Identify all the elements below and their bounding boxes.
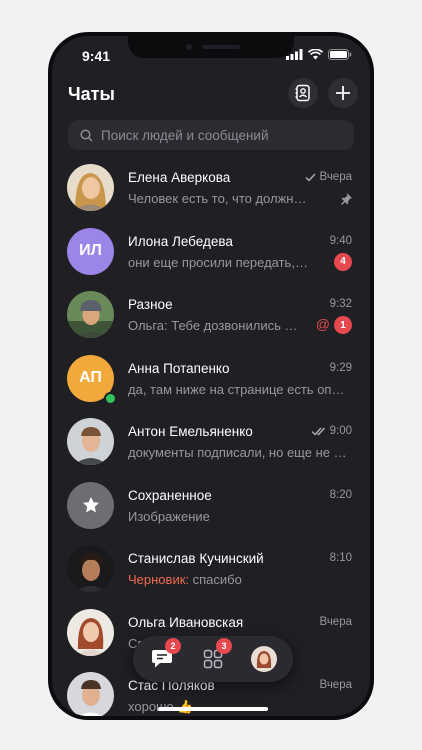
page-title: Чаты: [68, 84, 115, 104]
avatar: [67, 672, 114, 716]
chat-item[interactable]: Елена Аверкова Человек есть то, что долж…: [52, 160, 370, 224]
contacts-button[interactable]: [288, 78, 318, 108]
avatar: [67, 164, 114, 211]
chat-name: Ольга Ивановская: [128, 614, 244, 630]
wifi-icon: [308, 49, 323, 60]
chat-name: Анна Потапенко: [128, 360, 230, 376]
avatar: ИЛ: [67, 227, 114, 275]
mention-icon: @: [315, 316, 330, 332]
tab-badge: 2: [165, 638, 181, 654]
chat-name: Антон Емельяненко: [128, 424, 253, 439]
chat-item[interactable]: Сохраненное Изображение 8:20: [52, 478, 370, 542]
new-chat-button[interactable]: [328, 78, 358, 108]
chat-time: Вчера: [319, 615, 352, 628]
search-icon: [80, 128, 93, 142]
online-indicator: [104, 391, 117, 405]
chat-time: Вчера: [319, 171, 352, 183]
search-input[interactable]: Поиск людей и сообщений: [68, 120, 354, 150]
chat-message: документы подписали, но еще не отправили: [128, 445, 348, 460]
notch: [128, 36, 294, 58]
contacts-icon: [295, 84, 310, 102]
avatar: [67, 608, 114, 656]
star-icon: [82, 497, 99, 513]
chat-time: 9:00: [329, 425, 352, 437]
chat-item[interactable]: Антон Емельяненко документы подписали, н…: [52, 414, 370, 478]
chat-time: 9:29: [329, 361, 352, 374]
tab-apps[interactable]: 3: [198, 638, 232, 674]
unread-badge: 1: [334, 316, 352, 334]
tab-chats[interactable]: 2: [147, 638, 181, 674]
status-time: 9:41: [82, 48, 111, 64]
draft-label: Черновик:: [128, 572, 190, 587]
tab-bar: 2 3: [133, 636, 293, 682]
chat-name: Илона Лебедева: [128, 233, 233, 249]
chat-name: Сохраненное: [128, 487, 212, 503]
avatar: [67, 291, 114, 338]
chat-message: да, там ниже на странице есть описание: [128, 381, 348, 397]
unread-badge: 4: [334, 252, 352, 271]
screen: 9:41 Чаты Поиск людей и сообщений Елена …: [52, 36, 370, 716]
chat-time: 9:40: [329, 234, 352, 247]
chat-list: Елена Аверкова Человек есть то, что долж…: [52, 160, 370, 716]
chat-time: 8:10: [329, 552, 352, 564]
battery-icon: [328, 49, 352, 60]
plus-icon: [336, 86, 350, 100]
profile-avatar: [251, 646, 277, 672]
chat-message: Человек есть то, что должно быть: [128, 191, 308, 206]
chat-item[interactable]: ИЛ Илона Лебедева они еще просили переда…: [52, 224, 370, 288]
double-check-icon: [311, 427, 325, 436]
avatar: [67, 481, 114, 529]
chat-item[interactable]: Разное Ольга: Тебе дозвонились из офиса?…: [52, 287, 370, 351]
search-placeholder: Поиск людей и сообщений: [101, 127, 269, 143]
pin-icon: [341, 193, 352, 205]
chat-message: они еще просили передать, что: [128, 254, 308, 270]
chat-name: Разное: [128, 297, 173, 312]
phone-frame: 9:41 Чаты Поиск людей и сообщений Елена …: [48, 32, 374, 720]
chat-message: Ольга: Тебе дозвонились из офиса?: [128, 318, 304, 333]
avatar: [67, 545, 114, 592]
chat-item[interactable]: АП Анна Потапенко да, там ниже на страни…: [52, 351, 370, 415]
chat-name: Елена Аверкова: [128, 170, 231, 185]
chat-time: Вчера: [319, 679, 352, 691]
chat-time: 9:32: [329, 298, 352, 310]
chat-message: Черновик: спасибо: [128, 572, 308, 587]
tab-profile[interactable]: [249, 644, 279, 674]
check-icon: [305, 173, 316, 182]
chat-name: Станислав Кучинский: [128, 551, 264, 566]
draft-text: спасибо: [192, 572, 242, 587]
chat-item[interactable]: Станислав Кучинский Черновик: спасибо 8:…: [52, 541, 370, 605]
home-indicator: [158, 707, 268, 711]
chat-time: 8:20: [329, 488, 352, 501]
avatar: [67, 418, 114, 465]
chat-message: Изображение: [128, 508, 210, 524]
tab-badge: 3: [216, 638, 232, 654]
